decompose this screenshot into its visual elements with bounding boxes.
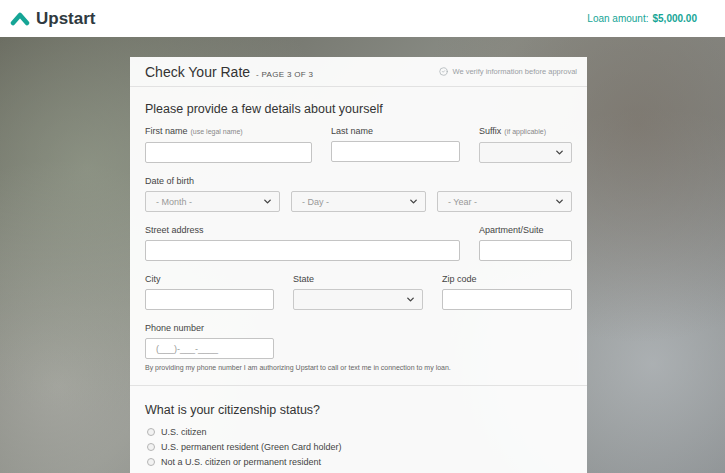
loan-amount: Loan amount:$5,000.00: [587, 13, 697, 24]
radio-option[interactable]: U.S. permanent resident (Green Card hold…: [145, 441, 572, 453]
page: Upstart Loan amount:$5,000.00 Check Your R…: [0, 0, 725, 473]
radio-option[interactable]: Not a U.S. citizen or permanent resident: [145, 456, 572, 468]
field-label: Last name: [331, 125, 460, 137]
field-label: City: [145, 273, 274, 285]
field-hint: (if applicable): [504, 128, 546, 135]
field-label: Street address: [145, 224, 460, 236]
verify-note: We verify information before approval: [439, 67, 577, 76]
text-field[interactable]: [479, 240, 572, 261]
background-photo: Check Your Rate - PAGE 3 OF 3 We verify in…: [0, 37, 725, 473]
radio-button[interactable]: [147, 428, 155, 436]
logo-text: Upstart: [36, 9, 96, 29]
chevron-down-icon: [405, 294, 416, 305]
form-field: Street address: [145, 224, 460, 261]
page-indicator: - PAGE 3 OF 3: [256, 70, 313, 79]
field-text: - Year -: [448, 197, 477, 207]
field-hint: (use legal name): [191, 128, 243, 135]
radio-option[interactable]: U.S. citizen: [145, 426, 572, 438]
top-bar: Upstart Loan amount:$5,000.00: [0, 0, 725, 37]
select-field[interactable]: [293, 289, 423, 310]
select-field[interactable]: - Month -: [145, 191, 280, 212]
chevron-down-icon: [408, 196, 419, 207]
field-text: - Month -: [156, 197, 192, 207]
text-field[interactable]: [145, 289, 274, 310]
field-label: Apartment/Suite: [479, 224, 572, 236]
text-field[interactable]: [331, 141, 460, 162]
radio-group: U.S. citizen U.S. permanent resident (Gre…: [145, 426, 572, 468]
radio-button[interactable]: [147, 443, 155, 451]
field-text: (___)-___-____: [156, 344, 218, 354]
chevron-down-icon: [262, 196, 273, 207]
logo[interactable]: Upstart: [10, 9, 96, 29]
select-field[interactable]: [479, 142, 572, 163]
details-section: Please provide a few details about yours…: [130, 87, 587, 386]
card-title: Check Your Rate: [145, 64, 250, 80]
text-field[interactable]: [145, 142, 312, 163]
section-title: What is your citizenship status?: [145, 402, 572, 418]
radio-button[interactable]: [147, 458, 155, 466]
form-row: First name(use legal name) Last name Suffi…: [145, 125, 572, 163]
form-row: City State Zip code: [145, 273, 572, 310]
select-field[interactable]: - Day -: [291, 191, 426, 212]
loan-value: $5,000.00: [653, 13, 698, 24]
form-row: Street address Apartment/Suite: [145, 224, 572, 261]
field-label: First name(use legal name): [145, 125, 312, 138]
form-field: Last name: [331, 125, 460, 163]
check-circle-icon: [439, 67, 448, 76]
form-field: Zip code: [442, 273, 572, 310]
chevron-down-icon: [554, 196, 565, 207]
section-title: Please provide a few details about yours…: [145, 101, 572, 117]
field-label: Phone number: [145, 322, 274, 334]
form-field: Suffix(if applicable): [479, 125, 572, 163]
text-field[interactable]: [145, 240, 460, 261]
form-field: City: [145, 273, 274, 310]
rate-card: Check Your Rate - PAGE 3 OF 3 We verify in…: [130, 57, 587, 473]
citizenship-section: What is your citizenship status? U.S. cit…: [130, 386, 587, 473]
form-field: State: [293, 273, 423, 310]
field-text: - Day -: [302, 197, 329, 207]
field-label: State: [293, 273, 423, 285]
logo-icon: [10, 11, 30, 27]
field-label: Date of birth: [145, 175, 572, 187]
form-row: Phone number (___)-___-____: [145, 322, 572, 359]
form-field: Phone number (___)-___-____: [145, 322, 274, 359]
field-label: Suffix(if applicable): [479, 125, 572, 138]
chevron-down-icon: [554, 147, 565, 158]
text-field[interactable]: [442, 289, 572, 310]
form-field: First name(use legal name): [145, 125, 312, 163]
text-field[interactable]: (___)-___-____: [145, 338, 274, 359]
form-field: Apartment/Suite: [479, 224, 572, 261]
field-label: Zip code: [442, 273, 572, 285]
form-row: Date of birth - Month - - Day - - Year -: [145, 175, 572, 212]
card-header: Check Your Rate - PAGE 3 OF 3 We verify in…: [130, 57, 587, 87]
form-field: Date of birth - Month - - Day - - Year -: [145, 175, 572, 212]
phone-disclaimer: By providing my phone number I am author…: [145, 363, 572, 373]
select-field[interactable]: - Year -: [437, 191, 572, 212]
